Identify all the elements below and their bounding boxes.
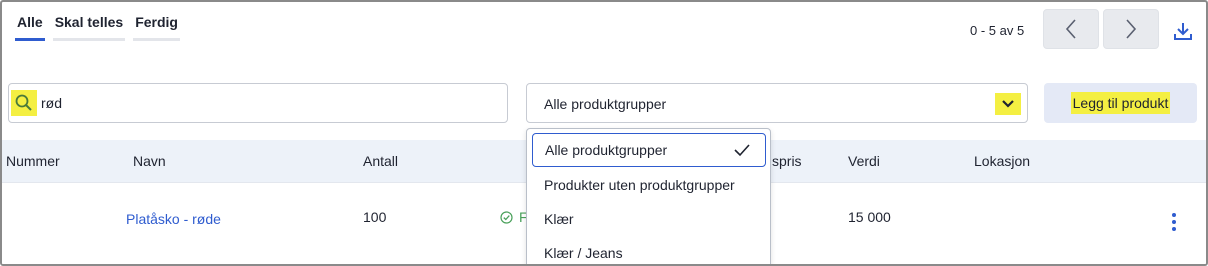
previous-page-button[interactable] xyxy=(1043,9,1099,49)
pagination-count: 0 - 5 av 5 xyxy=(970,23,1025,38)
next-page-button[interactable] xyxy=(1103,9,1159,49)
add-product-label: Legg til produkt xyxy=(1070,92,1171,114)
chevron-down-icon xyxy=(995,93,1021,115)
dropdown-option-klaer[interactable]: Klær xyxy=(532,202,766,236)
tab-ferdig[interactable]: Ferdig xyxy=(133,14,180,41)
column-header-nummer[interactable]: Nummer xyxy=(6,153,60,169)
product-group-dropdown: Alle produktgrupper Produkter uten produ… xyxy=(526,128,771,264)
cell-quantity: 100 xyxy=(363,209,387,225)
dropdown-option-label: Alle produktgrupper xyxy=(545,142,668,158)
dropdown-option-label: Klær xyxy=(544,211,574,227)
chevron-right-icon xyxy=(1126,19,1137,39)
product-name-link[interactable]: Platåsko - røde xyxy=(126,211,221,227)
tab-skal-telles[interactable]: Skal telles xyxy=(52,14,126,41)
tab-alle[interactable]: Alle xyxy=(15,14,45,41)
search-box xyxy=(8,83,508,123)
tab-bar: Alle Skal telles Ferdig xyxy=(15,14,180,41)
column-header-pris[interactable]: spris xyxy=(772,153,802,169)
product-list-panel: Alle Skal telles Ferdig 0 - 5 av 5 Alle … xyxy=(0,0,1208,266)
dropdown-option-klaer-jeans[interactable]: Klær / Jeans xyxy=(532,236,766,264)
column-header-antall[interactable]: Antall xyxy=(363,153,398,169)
row-actions-kebab-icon[interactable] xyxy=(1164,211,1184,233)
add-product-button[interactable]: Legg til produkt xyxy=(1044,83,1197,123)
cell-value: 15 000 xyxy=(848,209,891,225)
search-input[interactable] xyxy=(41,93,481,113)
checkmark-icon xyxy=(734,144,750,157)
product-group-select[interactable]: Alle produktgrupper xyxy=(526,83,1028,123)
chevron-left-icon xyxy=(1065,19,1076,39)
download-icon xyxy=(1174,23,1192,40)
dropdown-option-label: Klær / Jeans xyxy=(544,245,623,261)
column-header-verdi[interactable]: Verdi xyxy=(848,153,880,169)
search-icon xyxy=(11,90,37,116)
column-header-navn[interactable]: Navn xyxy=(133,153,166,169)
dropdown-option-label: Produkter uten produktgrupper xyxy=(544,177,735,193)
status-badge: F xyxy=(500,209,528,225)
product-group-selected-value: Alle produktgrupper xyxy=(544,96,667,112)
dropdown-option-alle-produktgrupper[interactable]: Alle produktgrupper xyxy=(532,133,766,167)
dropdown-option-produkter-uten-produktgrupper[interactable]: Produkter uten produktgrupper xyxy=(532,168,766,202)
download-button[interactable] xyxy=(1172,20,1194,42)
column-header-lokasjon[interactable]: Lokasjon xyxy=(974,153,1030,169)
check-circle-icon xyxy=(500,210,513,224)
